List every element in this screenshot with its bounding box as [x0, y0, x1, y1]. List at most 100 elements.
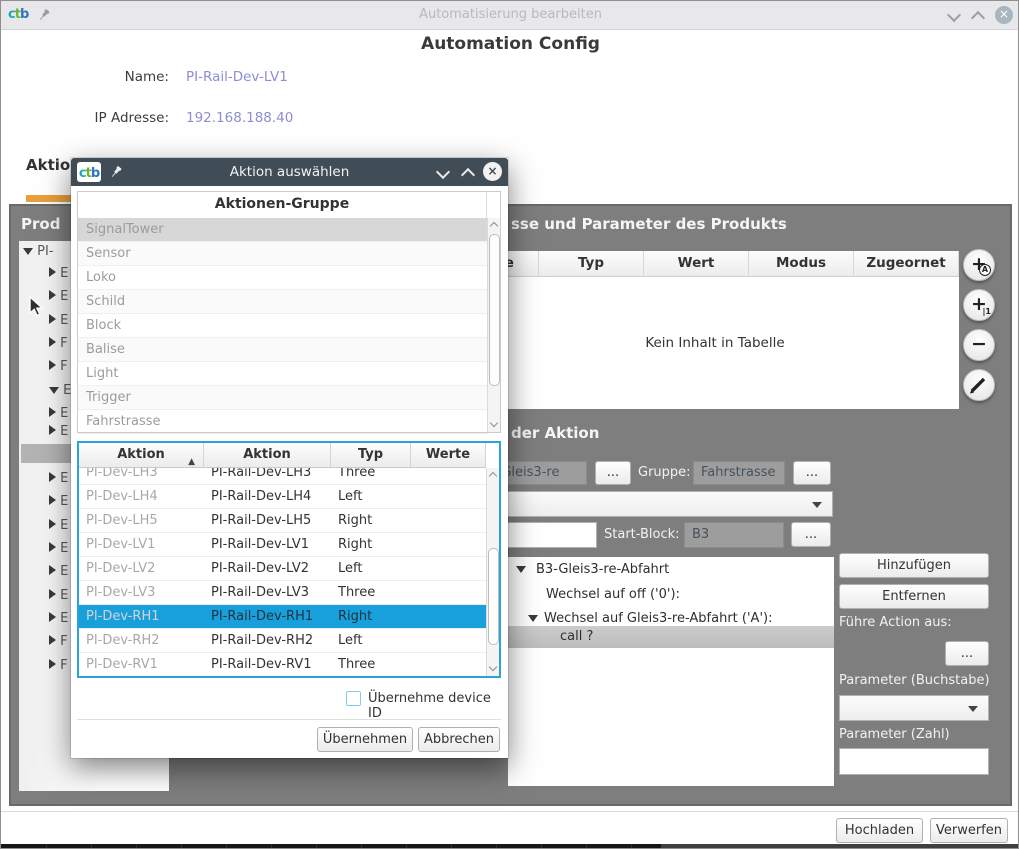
tree-collapse-icon[interactable]: [23, 248, 33, 255]
tree-expand-icon[interactable]: [49, 314, 56, 324]
tree-item[interactable]: E: [49, 494, 68, 514]
tree-item[interactable]: E: [49, 471, 68, 491]
param-letter-dropdown[interactable]: [839, 695, 989, 721]
tree-item[interactable]: E: [49, 383, 71, 403]
table-row[interactable]: PI-Dev-LV2PI-Rail-Dev-LV2Left: [79, 557, 486, 581]
tree-collapse-icon[interactable]: [49, 387, 59, 394]
products-column-header[interactable]: Modus: [749, 251, 854, 277]
tree-expand-icon[interactable]: [49, 565, 56, 575]
tree-expand-icon[interactable]: [49, 425, 56, 435]
group-item[interactable]: Fahrstrasse: [78, 410, 487, 434]
remove-row-button[interactable]: −: [963, 329, 995, 361]
action-tree-item[interactable]: call ?: [508, 626, 834, 648]
taskbar[interactable]: [1, 844, 661, 849]
hinzufuegen-button[interactable]: Hinzufügen: [839, 553, 989, 578]
tree-item[interactable]: F: [49, 336, 68, 356]
table-scrollbar[interactable]: [486, 468, 499, 676]
tree-item[interactable]: F: [49, 634, 68, 654]
close-icon[interactable]: ×: [995, 6, 1013, 24]
group-item[interactable]: Loko: [78, 266, 487, 290]
action-tree-item[interactable]: B3-Gleis3-re-Abfahrt: [508, 559, 834, 581]
action-name-browse-button[interactable]: ...: [595, 461, 631, 485]
tree-collapse-icon[interactable]: [516, 566, 526, 573]
startblock-browse-button[interactable]: ...: [791, 522, 831, 547]
scroll-up-icon[interactable]: [489, 472, 497, 480]
name-value[interactable]: PI-Rail-Dev-LV1: [186, 69, 288, 85]
tree-item[interactable]: E: [49, 611, 68, 631]
tab-aktionen[interactable]: Aktio: [26, 156, 70, 174]
table-row[interactable]: PI-Dev-RV1PI-Rail-Dev-RV1Three: [79, 653, 486, 676]
group-item[interactable]: Block: [78, 314, 487, 338]
action-tree-item[interactable]: Wechsel auf off ('0'):: [508, 584, 834, 606]
group-item[interactable]: Sensor: [78, 242, 487, 266]
uebernehme-device-id-checkbox[interactable]: [346, 691, 361, 706]
tree-item[interactable]: E: [49, 406, 68, 426]
tree-item[interactable]: F: [49, 359, 68, 379]
group-list-scrollbar[interactable]: [487, 218, 500, 432]
scroll-down-icon[interactable]: [489, 663, 497, 671]
tree-item[interactable]: E: [49, 541, 68, 561]
tree-item[interactable]: F: [49, 658, 68, 678]
abbrechen-button[interactable]: Abbrechen: [418, 727, 500, 752]
tree-expand-icon[interactable]: [49, 612, 56, 622]
scrollbar-thumb[interactable]: [488, 548, 499, 645]
tree-collapse-icon[interactable]: [528, 615, 538, 622]
edit-row-button[interactable]: [963, 369, 995, 401]
verwerfen-button[interactable]: Verwerfen: [930, 818, 1008, 843]
aktion-column-header[interactable]: Werte: [411, 443, 486, 468]
action-tree[interactable]: B3-Gleis3-re-Abfahrt Wechsel auf off ('0'…: [508, 557, 834, 786]
group-item[interactable]: Light: [78, 362, 487, 386]
gruppe-browse-button[interactable]: ...: [793, 461, 831, 485]
products-column-header[interactable]: Wert: [644, 251, 749, 277]
tree-item[interactable]: E: [49, 424, 68, 444]
param-number-input[interactable]: [839, 748, 989, 775]
tree-item[interactable]: E: [49, 564, 68, 584]
dialog-close-icon[interactable]: ×: [483, 162, 502, 181]
table-row[interactable]: PI-Dev-LH4PI-Rail-Dev-LH4Left: [79, 485, 486, 509]
add-letter-button[interactable]: +A: [963, 249, 995, 281]
hochladen-button[interactable]: Hochladen: [836, 818, 923, 843]
table-row[interactable]: PI-Dev-LV3PI-Rail-Dev-LV3Three: [79, 581, 486, 605]
tree-expand-icon[interactable]: [49, 589, 56, 599]
tree-expand-icon[interactable]: [49, 659, 56, 669]
tree-item[interactable]: E: [49, 518, 68, 538]
tree-expand-icon[interactable]: [49, 635, 56, 645]
products-column-header[interactable]: Typ: [539, 251, 644, 277]
group-item[interactable]: Schild: [78, 290, 487, 314]
add-number-button[interactable]: +|1: [963, 289, 995, 321]
aktion-column-header[interactable]: Typ: [331, 443, 411, 468]
group-item[interactable]: Trigger: [78, 386, 487, 410]
tree-expand-icon[interactable]: [49, 472, 56, 482]
aktion-column-header[interactable]: Aktion▲: [79, 443, 204, 468]
tree-expand-icon[interactable]: [49, 337, 56, 347]
tree-item[interactable]: E: [49, 588, 68, 608]
uebernehmen-button[interactable]: Übernehmen: [317, 727, 413, 752]
aktion-column-header[interactable]: Aktion: [204, 443, 331, 468]
tree-expand-icon[interactable]: [49, 542, 56, 552]
tree-expand-icon[interactable]: [49, 267, 56, 277]
tree-expand-icon[interactable]: [49, 290, 56, 300]
tree-item[interactable]: PI-: [23, 244, 54, 264]
scroll-up-icon[interactable]: [490, 222, 498, 230]
table-row[interactable]: PI-Dev-LV1PI-Rail-Dev-LV1Right: [79, 533, 486, 557]
tree-item[interactable]: E: [49, 289, 68, 309]
table-row[interactable]: PI-Dev-RH1PI-Rail-Dev-RH1Right: [79, 605, 486, 629]
scrollbar-thumb[interactable]: [489, 234, 500, 386]
group-item[interactable]: Balise: [78, 338, 487, 362]
entfernen-button[interactable]: Entfernen: [839, 584, 989, 609]
tree-expand-icon[interactable]: [49, 407, 56, 417]
tree-item[interactable]: E: [49, 313, 68, 333]
scroll-down-icon[interactable]: [490, 419, 498, 427]
table-row[interactable]: PI-Dev-RH2PI-Rail-Dev-RH2Left: [79, 629, 486, 653]
group-item[interactable]: SignalTower: [78, 218, 487, 242]
tree-expand-icon[interactable]: [49, 495, 56, 505]
products-column-header[interactable]: Zugeornet: [854, 251, 959, 277]
tree-expand-icon[interactable]: [49, 360, 56, 370]
ip-value[interactable]: 192.168.188.40: [186, 110, 293, 126]
fuehre-action-browse-button[interactable]: ...: [945, 641, 989, 666]
table-row[interactable]: PI-Dev-LH3PI-Rail-Dev-LH3Three: [79, 468, 486, 485]
table-row[interactable]: PI-Dev-LH5PI-Rail-Dev-LH5Right: [79, 509, 486, 533]
tree-item[interactable]: E: [49, 266, 68, 286]
path-dropdown[interactable]: Path: [471, 491, 833, 517]
tree-expand-icon[interactable]: [49, 519, 56, 529]
